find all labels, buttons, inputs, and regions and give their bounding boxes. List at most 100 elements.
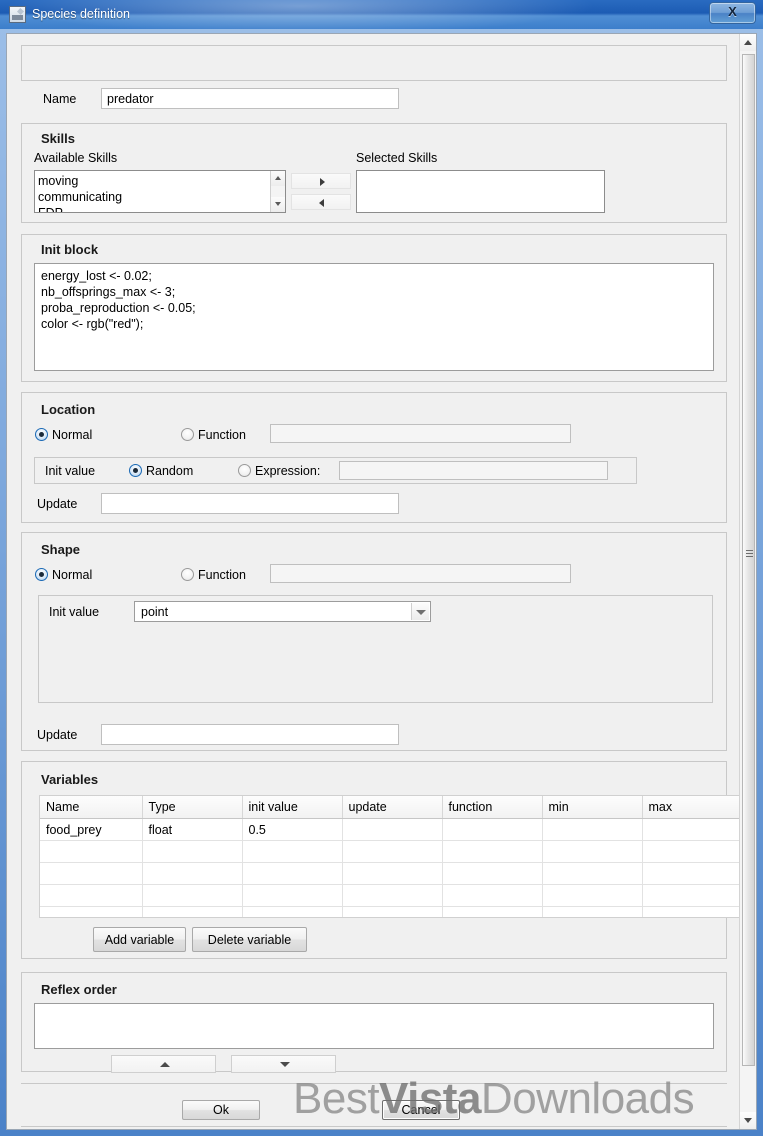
close-button[interactable]: X [709,2,756,24]
location-function-radio[interactable] [181,428,194,441]
app-image-icon [9,6,26,23]
column-header-type[interactable]: Type [142,796,243,819]
scroll-up-icon[interactable] [740,34,756,51]
cell[interactable] [442,906,543,917]
location-init-value-label: Init value [45,464,96,478]
cell[interactable] [542,840,643,863]
name-panel [21,45,727,81]
table-row[interactable] [40,862,740,885]
location-update-label: Update [37,497,78,511]
table-row[interactable]: food_prey float 0.5 [40,818,740,841]
column-header-max[interactable]: max [642,796,740,819]
available-skills-items: moving communicating FDP [38,173,269,212]
shape-init-value-select[interactable]: point [134,601,431,622]
list-item[interactable]: moving [38,173,269,189]
cell[interactable] [242,862,343,885]
cell[interactable]: 0.5 [242,818,343,841]
location-random-radio[interactable] [129,464,142,477]
add-variable-button[interactable]: Add variable [93,927,186,952]
location-normal-label: Normal [52,428,93,442]
column-header-update[interactable]: update [342,796,443,819]
cell[interactable] [342,818,443,841]
cell[interactable] [242,840,343,863]
cell[interactable] [542,818,643,841]
variables-table[interactable]: Name Type init value update function min… [39,795,740,918]
cell[interactable]: float [142,818,243,841]
scrollbar-thumb[interactable] [742,54,755,1066]
column-header-name[interactable]: Name [40,796,143,819]
column-header-function[interactable]: function [442,796,543,819]
cell[interactable] [542,862,643,885]
location-update-input[interactable] [101,493,399,514]
cell[interactable] [642,818,740,841]
cell[interactable] [40,862,143,885]
table-row[interactable] [40,906,740,917]
shape-function-input[interactable] [270,564,571,583]
skills-group-title: Skills [41,131,75,146]
reflex-move-up-button[interactable] [111,1055,216,1073]
cancel-button[interactable]: Cancel [382,1100,460,1120]
available-skills-list[interactable]: moving communicating FDP [34,170,286,213]
location-function-input[interactable] [270,424,571,443]
available-skills-scrollbar[interactable] [270,171,285,212]
scroll-up-icon[interactable] [271,171,285,186]
species-definition-window: Species definition X Name Skills Availab… [0,0,763,1136]
cell[interactable] [542,906,643,917]
shape-update-input[interactable] [101,724,399,745]
column-header-min[interactable]: min [542,796,643,819]
chevron-down-icon[interactable] [411,603,429,620]
cell[interactable] [142,884,243,907]
cell[interactable] [442,840,543,863]
ok-button[interactable]: Ok [182,1100,260,1120]
cell[interactable] [142,906,243,917]
table-row[interactable] [40,840,740,863]
scroll-down-icon[interactable] [271,197,285,212]
cell[interactable] [40,840,143,863]
cell[interactable] [342,862,443,885]
shape-init-value-label: Init value [49,605,100,619]
location-random-label: Random [146,464,194,478]
shape-normal-radio[interactable] [35,568,48,581]
cell[interactable] [442,862,543,885]
list-item[interactable]: FDP [38,205,269,212]
cell[interactable] [342,906,443,917]
cell[interactable] [142,862,243,885]
scroll-down-icon[interactable] [740,1112,756,1129]
name-input[interactable] [101,88,399,109]
window-client-area: Name Skills Available Skills Selected Sk… [6,33,757,1130]
cell[interactable]: food_prey [40,818,143,841]
reflex-order-list[interactable] [34,1003,714,1049]
cell[interactable] [142,840,243,863]
column-header-init-value[interactable]: init value [242,796,343,819]
shape-function-radio[interactable] [181,568,194,581]
delete-variable-button[interactable]: Delete variable [192,927,307,952]
cell[interactable] [642,884,740,907]
location-normal-radio[interactable] [35,428,48,441]
remove-skill-button[interactable] [291,194,351,210]
available-skills-label: Available Skills [34,151,118,165]
main-vertical-scrollbar[interactable] [739,34,756,1129]
cell[interactable] [442,818,543,841]
cell[interactable] [342,884,443,907]
reflex-move-down-button[interactable] [231,1055,336,1073]
init-block-group-title: Init block [41,242,99,257]
cell[interactable] [642,906,740,917]
triangle-up-icon [160,1062,170,1067]
add-skill-button[interactable] [291,173,351,189]
init-block-editor[interactable]: energy_lost <- 0.02; nb_offsprings_max <… [34,263,714,371]
selected-skills-list[interactable] [356,170,605,213]
footer-divider-top [21,1083,727,1084]
cell[interactable] [642,862,740,885]
cell[interactable] [442,884,543,907]
cell[interactable] [642,840,740,863]
location-expression-input[interactable] [339,461,608,480]
cell[interactable] [242,884,343,907]
cell[interactable] [40,906,143,917]
location-expression-radio[interactable] [238,464,251,477]
cell[interactable] [342,840,443,863]
cell[interactable] [542,884,643,907]
list-item[interactable]: communicating [38,189,269,205]
table-row[interactable] [40,884,740,907]
cell[interactable] [40,884,143,907]
cell[interactable] [242,906,343,917]
